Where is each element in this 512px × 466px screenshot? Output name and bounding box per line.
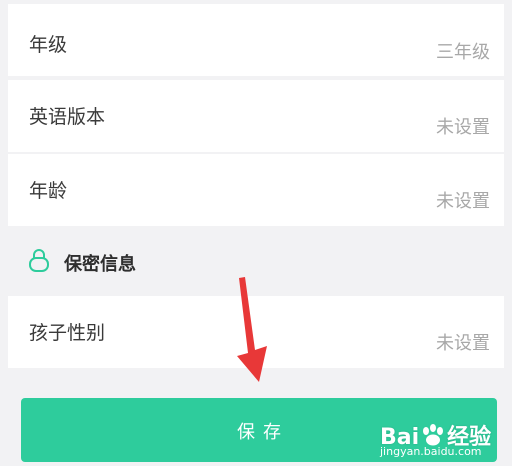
child-gender-label: 孩子性别 bbox=[29, 322, 106, 344]
age-row[interactable]: 年龄 未设置 bbox=[8, 154, 504, 226]
age-value: 未设置 bbox=[436, 191, 490, 212]
english-version-row[interactable]: 英语版本 未设置 bbox=[8, 80, 504, 152]
annotation-arrow-icon bbox=[237, 277, 267, 382]
baidu-jingyan-watermark: Bai 经验 jingyan.baidu.com bbox=[380, 405, 508, 463]
grade-row[interactable]: 年级 三年级 bbox=[8, 4, 504, 76]
age-label: 年龄 bbox=[29, 180, 68, 202]
watermark-url: jingyan.baidu.com bbox=[380, 445, 482, 458]
english-version-value: 未设置 bbox=[436, 117, 490, 138]
child-gender-value: 未设置 bbox=[436, 333, 490, 354]
english-version-label: 英语版本 bbox=[29, 106, 106, 128]
settings-page: 年级 三年级 英语版本 未设置 年龄 未设置 保密信息 孩子性别 未设置 保存 … bbox=[0, 0, 512, 466]
grade-value: 三年级 bbox=[436, 42, 490, 63]
private-info-title: 保密信息 bbox=[64, 254, 136, 275]
lock-icon bbox=[29, 249, 49, 272]
paw-icon bbox=[423, 424, 444, 446]
grade-label: 年级 bbox=[29, 34, 68, 56]
